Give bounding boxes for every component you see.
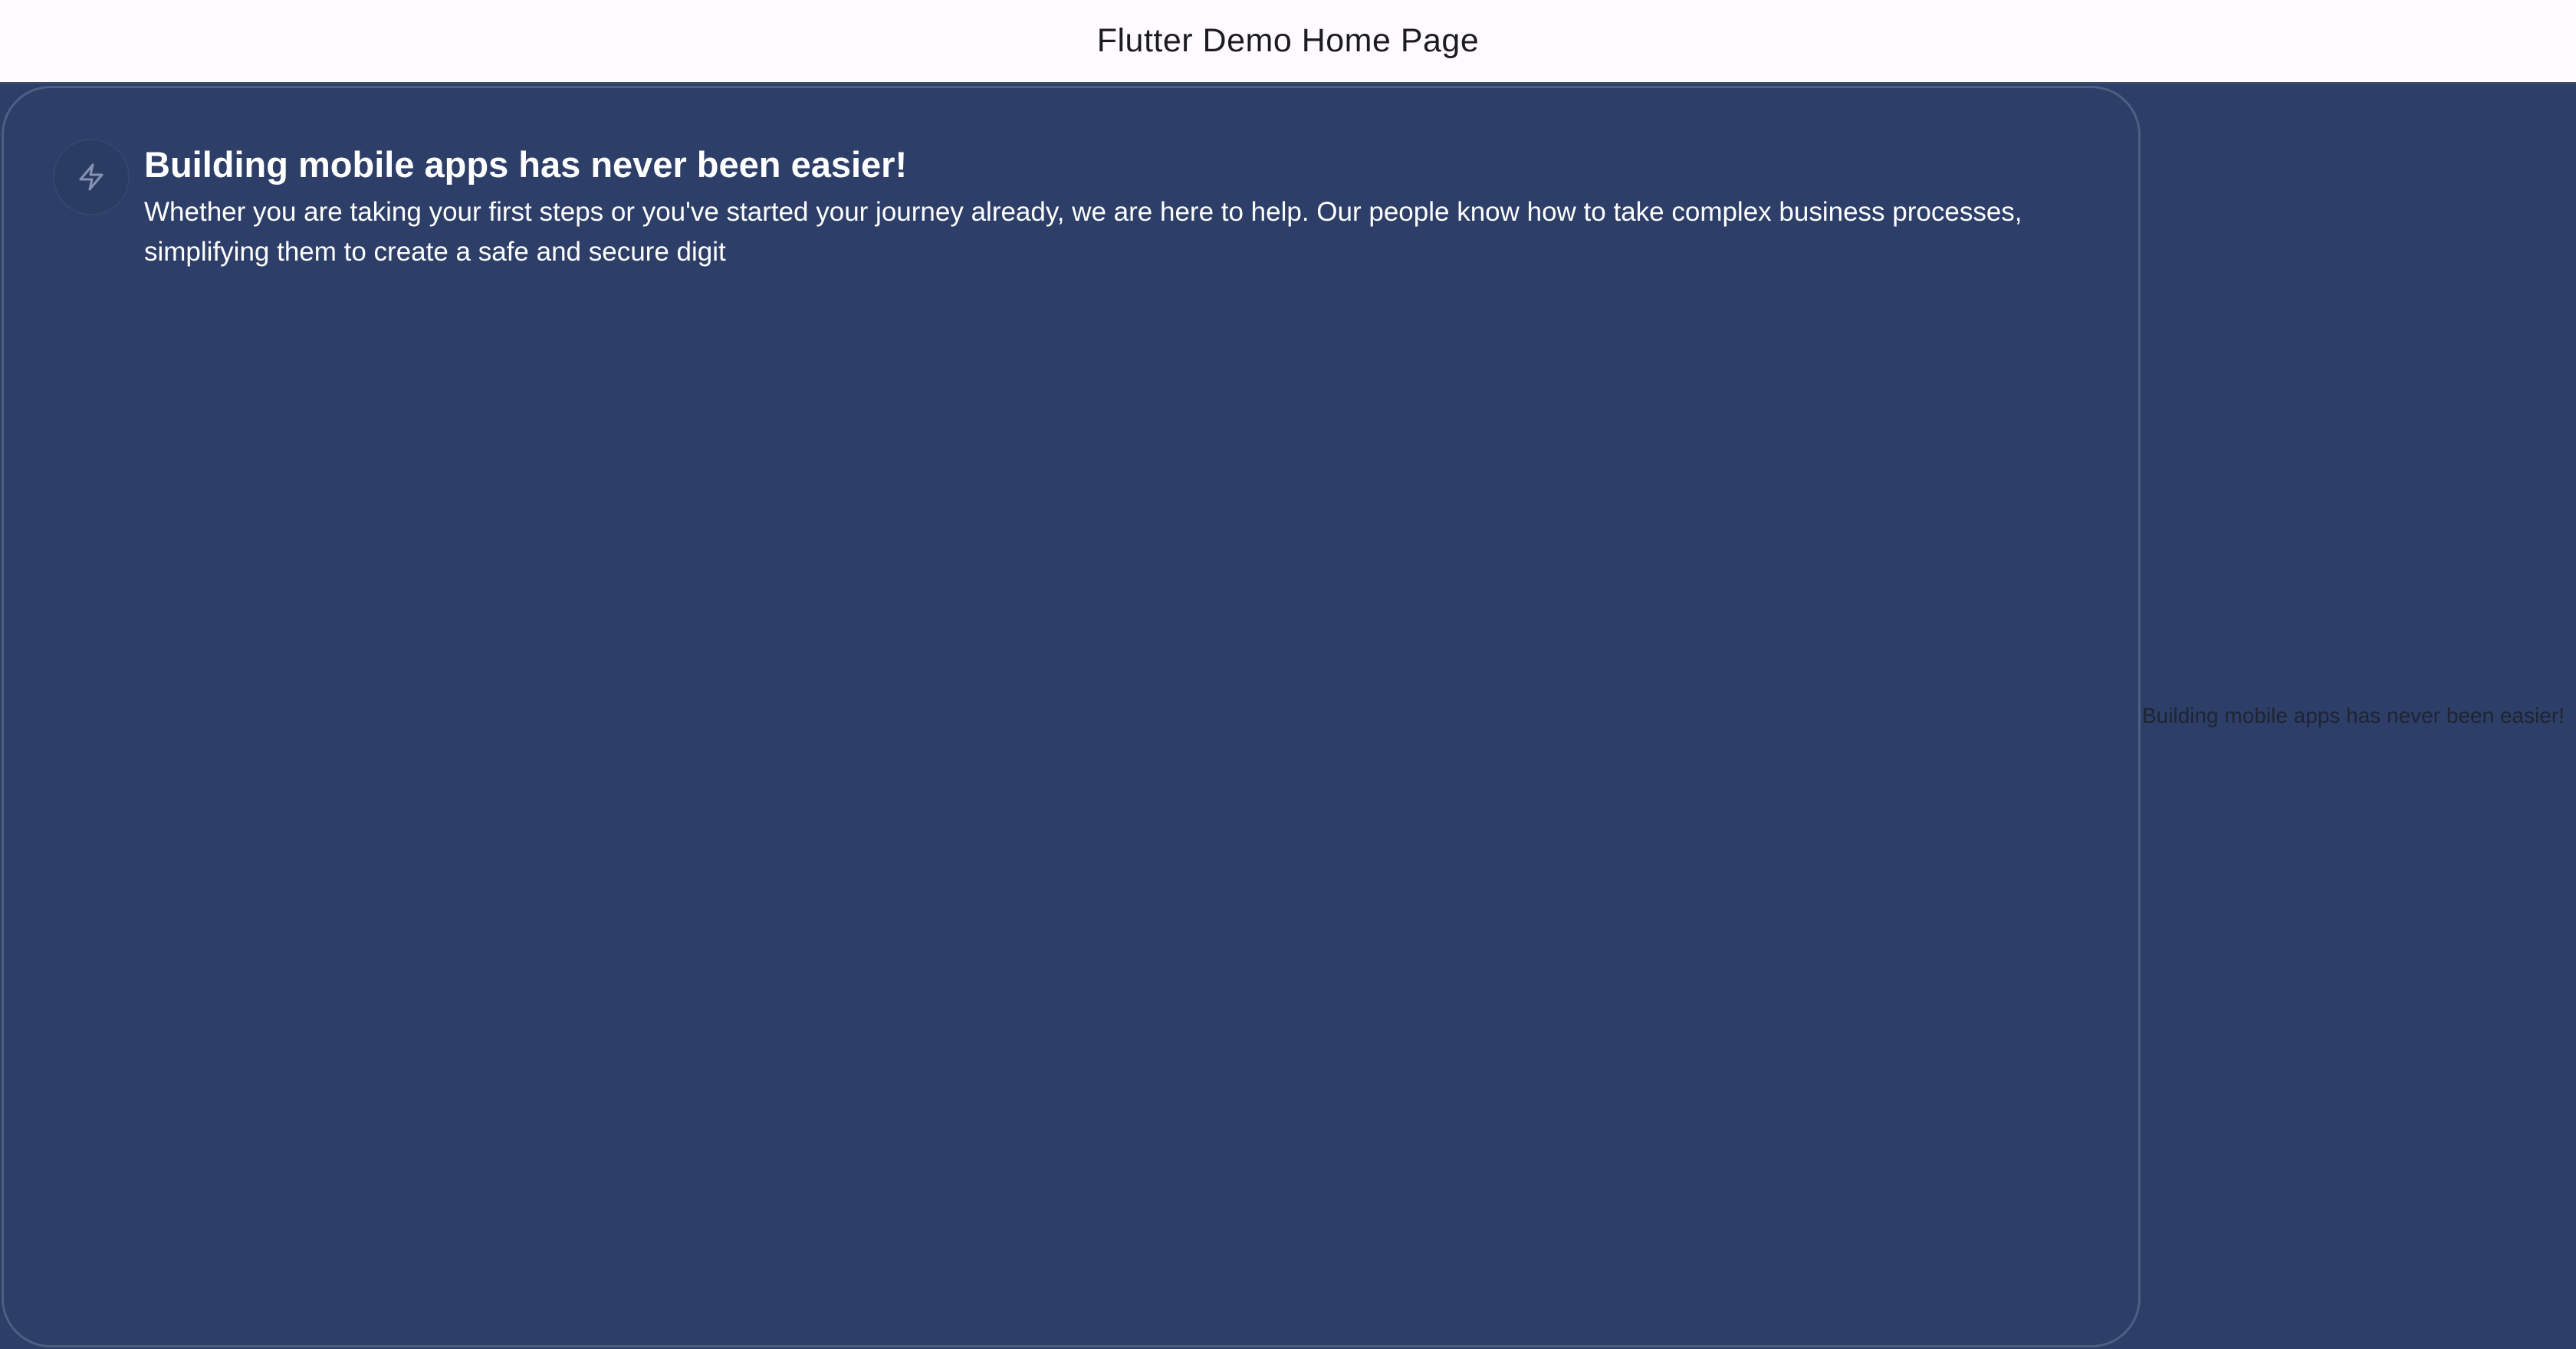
feature-card[interactable]: Building mobile apps has never been easi… xyxy=(2,86,2141,1347)
side-panel-label: Building mobile apps has never been easi… xyxy=(2142,704,2565,727)
main-content: Building mobile apps has never been easi… xyxy=(0,84,2576,1349)
app-bar-title: Flutter Demo Home Page xyxy=(1096,22,1480,59)
bolt-outline-icon-graphic xyxy=(79,163,104,191)
bolt-outline-icon xyxy=(54,140,128,214)
app-bar: Flutter Demo Home Page xyxy=(0,0,2576,84)
card-title: Building mobile apps has never been easi… xyxy=(144,144,908,185)
card-body-text: Whether you are taking your first steps … xyxy=(144,197,2022,267)
